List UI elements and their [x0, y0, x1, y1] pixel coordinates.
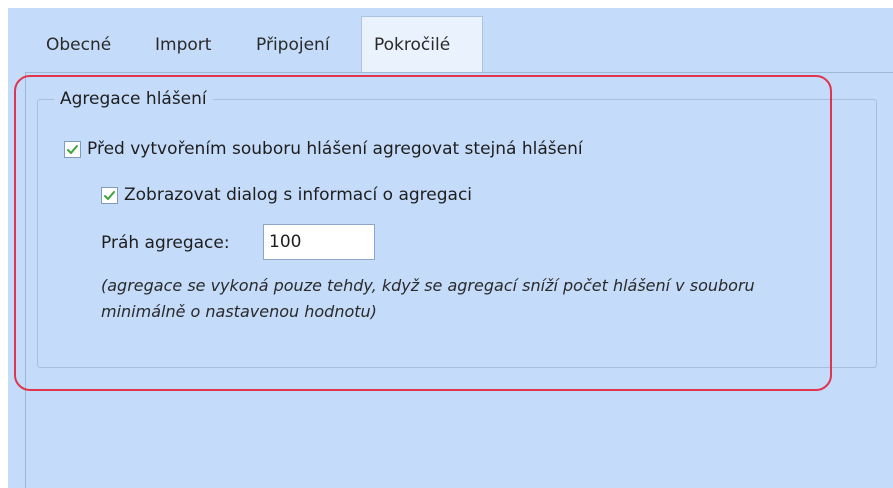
tab-general[interactable]: Obecné — [46, 18, 111, 72]
tab-connection[interactable]: Připojení — [256, 18, 330, 72]
tab-import[interactable]: Import — [155, 18, 211, 72]
tab-advanced[interactable]: Pokročilé — [361, 16, 483, 72]
tab-content-panel — [25, 72, 893, 488]
